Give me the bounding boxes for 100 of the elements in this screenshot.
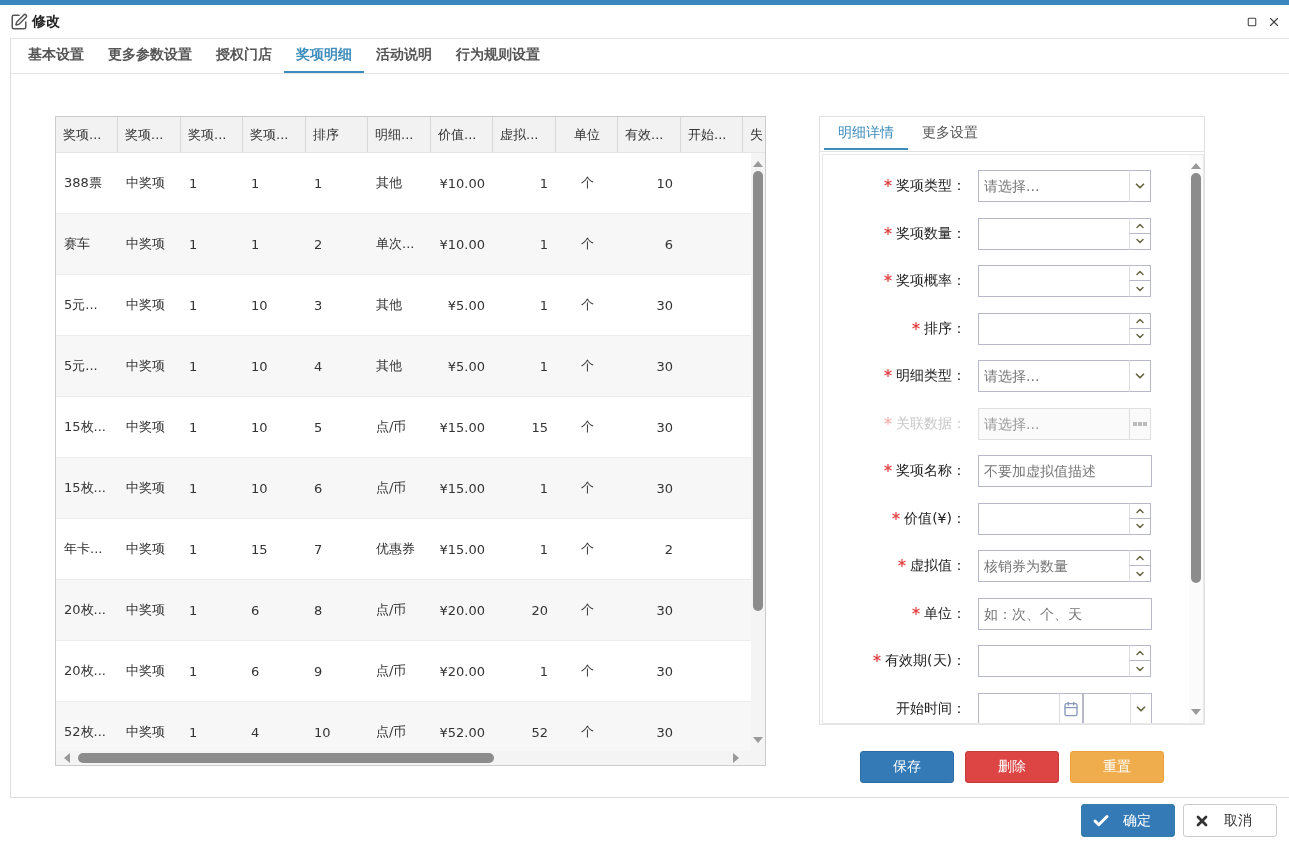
danger-action-button[interactable]: 删除	[965, 751, 1059, 783]
table-cell-text: 个	[579, 662, 595, 680]
number-field[interactable]	[978, 312, 1130, 345]
column-header[interactable]: 价值...	[431, 117, 493, 152]
table-cell-text: 10	[250, 297, 269, 313]
tab[interactable]: 行为规则设置	[444, 39, 552, 73]
column-header[interactable]: 奖项...	[181, 117, 243, 152]
text-field[interactable]: 如：次、个、天	[978, 597, 1152, 630]
table-cell-text: 388票	[63, 174, 103, 192]
decrement-button[interactable]	[1129, 280, 1151, 297]
table-cell-text: 10	[655, 175, 674, 191]
vertical-scrollbar[interactable]	[1189, 155, 1203, 723]
increment-button[interactable]	[1129, 645, 1151, 661]
dropdown-button[interactable]	[1129, 360, 1151, 392]
increment-button[interactable]	[1129, 550, 1151, 566]
decrement-button[interactable]	[1129, 565, 1151, 582]
dropdown-button[interactable]	[1129, 170, 1151, 202]
vertical-scrollbar[interactable]	[751, 153, 765, 751]
number-field[interactable]	[978, 645, 1130, 677]
table-cell-text: 点/币	[375, 662, 408, 680]
column-header[interactable]: 奖项...	[118, 117, 181, 152]
tab[interactable]: 授权门店	[204, 39, 284, 73]
table-cell-text: 个	[579, 723, 595, 741]
table-cell-text: 30	[655, 419, 674, 435]
tab[interactable]: 更多参数设置	[96, 39, 204, 73]
table-cell-text: 5	[313, 419, 324, 435]
more-button[interactable]	[1129, 407, 1151, 440]
table-row[interactable]: 赛车 中奖项 1 1 2 单次... ¥10.00 1 个 6	[56, 214, 751, 275]
column-header[interactable]: 明细...	[368, 117, 431, 152]
table-cell-text: 个	[579, 235, 595, 253]
table-cell-text: 10	[250, 480, 269, 496]
select-field[interactable]: 请选择...	[978, 360, 1130, 392]
table-row[interactable]: 15枚... 中奖项 1 10 6 点/币 ¥15.00 1 个 30	[56, 458, 751, 519]
table-cell-text: 中奖项	[125, 723, 166, 741]
table-cell-text: 中奖项	[125, 479, 166, 497]
field-label: 明细类型：	[896, 367, 966, 385]
table-cell-text: 20	[530, 602, 549, 618]
date-field[interactable]	[978, 692, 1060, 723]
time-field[interactable]	[1083, 692, 1131, 723]
table-row[interactable]: 52枚... 中奖项 1 4 10 点/币 ¥52.00 52 个 30	[56, 702, 751, 751]
tab[interactable]: 奖项明细	[284, 39, 364, 73]
primary-action-button[interactable]: 保存	[860, 751, 954, 783]
table-cell-text: 1	[250, 175, 261, 191]
text-field[interactable]: 不要加虚拟值描述	[978, 455, 1152, 487]
table-cell-text: 1	[188, 663, 199, 679]
scrollbar-thumb[interactable]	[753, 171, 763, 611]
table-cell-text: 中奖项	[125, 540, 166, 558]
dropdown-button[interactable]	[1130, 692, 1152, 723]
table-cell-text: 中奖项	[125, 418, 166, 436]
table-cell-text: 4	[313, 358, 324, 374]
scrollbar-thumb[interactable]	[1191, 173, 1201, 583]
table-cell-text: 个	[579, 418, 595, 436]
table-cell-text: 30	[655, 602, 674, 618]
table-cell-text: 1	[188, 297, 199, 313]
cancel-button[interactable]: 取消	[1183, 804, 1277, 837]
scroll-down-icon	[753, 737, 763, 743]
table-cell-text: 1	[250, 236, 261, 252]
column-header[interactable]: 开始...	[681, 117, 743, 152]
number-field[interactable]	[978, 265, 1130, 297]
table-cell-text: 1	[188, 236, 199, 252]
scroll-up-icon	[753, 161, 763, 167]
increment-button[interactable]	[1129, 312, 1151, 329]
column-header[interactable]: 单位	[556, 117, 618, 152]
tab[interactable]: 明细详情	[824, 117, 908, 150]
tab[interactable]: 更多设置	[908, 117, 992, 150]
select-field[interactable]: 请选择...	[978, 170, 1130, 202]
increment-button[interactable]	[1129, 502, 1151, 519]
table-cell-text: 其他	[375, 296, 403, 314]
table-row[interactable]: 20枚... 中奖项 1 6 8 点/币 ¥20.00 20 个 30	[56, 580, 751, 641]
table-cell-text: 1	[188, 175, 199, 191]
table-cell-text: 30	[655, 480, 674, 496]
scrollbar-thumb[interactable]	[78, 753, 494, 763]
table-cell-text: 1	[188, 602, 199, 618]
confirm-button[interactable]: 确定	[1081, 804, 1175, 837]
column-header[interactable]: 失	[743, 117, 765, 152]
tab[interactable]: 基本设置	[16, 39, 96, 73]
column-header[interactable]: 奖项...	[56, 117, 118, 152]
table-cell-text: 点/币	[375, 418, 408, 436]
table-cell-text: 52	[530, 724, 549, 740]
column-header[interactable]: 虚拟...	[493, 117, 556, 152]
table-cell-text: 点/币	[375, 601, 408, 619]
increment-button[interactable]	[1129, 265, 1151, 281]
table-cell-text: 个	[579, 296, 595, 314]
tab[interactable]: 活动说明	[364, 39, 444, 73]
calendar-button[interactable]	[1059, 692, 1083, 723]
number-field[interactable]: 核销券为数量	[978, 550, 1130, 582]
increment-button[interactable]	[1129, 217, 1151, 234]
table-cell-text: 1	[538, 358, 549, 374]
number-field[interactable]	[978, 217, 1130, 250]
table-row[interactable]: 5元... 中奖项 1 10 4 其他 ¥5.00 1 个 30	[56, 336, 751, 397]
number-field[interactable]	[978, 502, 1130, 535]
table-cell-text: 5元...	[63, 357, 99, 375]
column-header[interactable]: 奖项...	[243, 117, 306, 152]
column-header[interactable]: 排序	[306, 117, 368, 152]
table-cell-text: 30	[655, 724, 674, 740]
decrement-button[interactable]	[1129, 660, 1151, 677]
table-cell-text: ¥10.00	[438, 236, 486, 252]
table-cell-text: 1	[538, 236, 549, 252]
column-header[interactable]: 有效...	[618, 117, 681, 152]
horizontal-scrollbar[interactable]	[56, 751, 765, 765]
